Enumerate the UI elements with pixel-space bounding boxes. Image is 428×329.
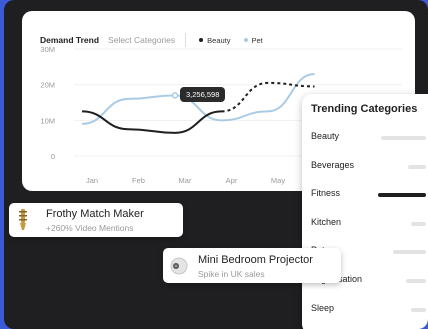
trending-item-kitchen[interactable]: Kitchen bbox=[311, 215, 428, 231]
product-name: Mini Bedroom Projector bbox=[198, 254, 313, 266]
product-sub: +260% Video Mentions bbox=[46, 223, 134, 233]
x-tick-label: Feb bbox=[132, 176, 145, 185]
trending-title: Trending Categories bbox=[311, 103, 418, 115]
trending-item-beauty[interactable]: Beauty bbox=[311, 129, 428, 145]
x-tick-label: Mar bbox=[179, 176, 192, 185]
y-tick-label: 0 bbox=[51, 152, 55, 161]
trending-item-bar bbox=[411, 222, 426, 226]
trending-categories-card: Trending Categories Beauty Beverages Fitne… bbox=[302, 94, 428, 329]
trending-item-beverages[interactable]: Beverages bbox=[311, 158, 428, 174]
stage: Demand Trend Select Categories Beauty Pe… bbox=[4, 0, 428, 329]
trending-item-bar bbox=[381, 136, 426, 140]
product-card-frothy[interactable]: Frothy Match Maker +260% Video Mentions bbox=[9, 203, 183, 237]
y-tick-label: 10M bbox=[40, 116, 55, 125]
chart-tooltip: 3,256,598 bbox=[180, 87, 226, 102]
trending-item-label: Beauty bbox=[311, 131, 340, 141]
y-tick-label: 30M bbox=[40, 45, 55, 54]
product-name: Frothy Match Maker bbox=[46, 208, 144, 220]
trending-item-bar bbox=[406, 279, 426, 283]
trending-item-bar bbox=[408, 165, 426, 169]
trending-item-label: Beverages bbox=[311, 160, 355, 170]
trending-item-fitness[interactable]: Fitness bbox=[311, 186, 428, 202]
trending-item-sleep[interactable]: Sleep bbox=[311, 301, 428, 317]
trending-item-label: Sleep bbox=[311, 303, 335, 313]
trending-item-label: Fitness bbox=[311, 188, 341, 198]
x-tick-label: Jan bbox=[86, 176, 98, 185]
trending-item-bar bbox=[393, 250, 426, 254]
projector-icon bbox=[170, 257, 188, 275]
x-tick-label: Apr bbox=[226, 176, 238, 185]
trending-item-bar bbox=[411, 308, 426, 312]
trending-item-bar bbox=[378, 193, 426, 197]
product-sub: Spike in UK sales bbox=[198, 269, 265, 279]
x-tick-label: May bbox=[271, 176, 285, 185]
series-line-beauty-forecast bbox=[221, 81, 315, 113]
product-card-projector[interactable]: Mini Bedroom Projector Spike in UK sales bbox=[163, 248, 341, 283]
data-point-pet-mar[interactable] bbox=[171, 92, 179, 99]
frother-icon bbox=[19, 209, 27, 230]
trending-item-label: Kitchen bbox=[311, 217, 342, 227]
y-tick-label: 20M bbox=[40, 81, 55, 90]
